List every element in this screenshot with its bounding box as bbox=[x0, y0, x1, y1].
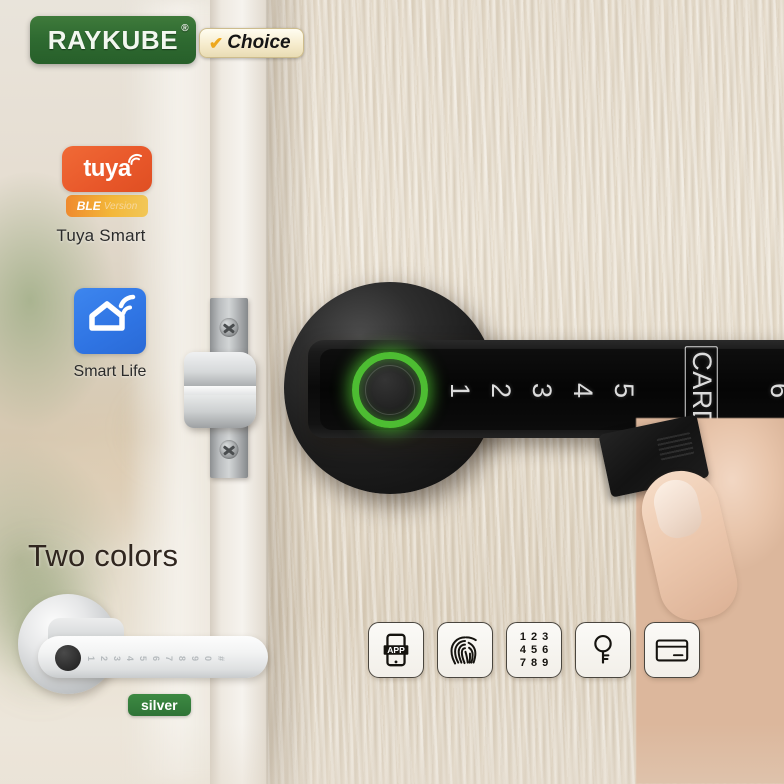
tuya-platform-block: tuya BLE Version Tuya Smart bbox=[56, 146, 152, 246]
raykube-logo-text: RAYKUBE ® bbox=[47, 22, 190, 55]
silver-color-badge: silver bbox=[128, 694, 191, 716]
feature-card-unlock bbox=[644, 622, 700, 678]
latch-bolt bbox=[184, 352, 256, 428]
choice-badge: ✔ Choice bbox=[199, 28, 304, 58]
lock-keypad-row[interactable]: 1 2 3 4 5 CARD 6 7 8 9 bbox=[445, 345, 784, 435]
product-marketing-image: RAYKUBE ® ✔ Choice tuya BLE Version Tuya … bbox=[0, 0, 784, 784]
keypad-icon-key-6: 6 bbox=[542, 643, 549, 656]
unlock-methods-row: APP 1 2 3 4 5 6 7 8 9 bbox=[368, 622, 700, 678]
feature-app-unlock: APP bbox=[368, 622, 424, 678]
feature-key-unlock bbox=[575, 622, 631, 678]
svg-text:APP: APP bbox=[387, 645, 405, 655]
feature-passcode-unlock: 1 2 3 4 5 6 7 8 9 bbox=[506, 622, 562, 678]
keypad-key-3[interactable]: 3 bbox=[527, 382, 557, 397]
silver-handle-keypad: 1 2 3 4 5 6 7 8 9 0 # bbox=[86, 648, 258, 668]
ble-label: BLE bbox=[76, 199, 101, 213]
tuya-logo: tuya bbox=[62, 146, 152, 192]
keypad-key-5[interactable]: 5 bbox=[609, 382, 639, 397]
silver-key-8: 8 bbox=[177, 655, 188, 661]
two-colors-heading: Two colors bbox=[28, 538, 179, 573]
fingernail bbox=[649, 475, 706, 542]
keypad-icon-key-5: 5 bbox=[530, 643, 538, 656]
smart-life-caption: Smart Life bbox=[73, 363, 147, 380]
feature-fingerprint-unlock bbox=[437, 622, 493, 678]
rfid-card-icon bbox=[655, 639, 689, 662]
keypad-icon-key-3: 3 bbox=[542, 630, 549, 643]
screw-icon bbox=[219, 440, 239, 459]
silver-key-7: 7 bbox=[164, 655, 175, 661]
wifi-icon bbox=[128, 153, 142, 165]
fingerprint-icon bbox=[450, 636, 477, 665]
keypad-icon-key-4: 4 bbox=[519, 643, 526, 656]
fingerprint-sensor-ring[interactable] bbox=[352, 352, 428, 428]
keypad-key-1[interactable]: 1 bbox=[445, 382, 475, 397]
ble-version-label: Version bbox=[103, 200, 138, 212]
keypad-icon-key-2: 2 bbox=[530, 630, 538, 643]
keypad-icon-key-1: 1 bbox=[519, 630, 526, 643]
phone-app-icon: APP bbox=[383, 633, 409, 667]
silver-key-5: 5 bbox=[138, 655, 149, 661]
tuya-caption: Tuya Smart bbox=[56, 226, 146, 245]
keypad-key-4[interactable]: 4 bbox=[568, 382, 598, 397]
keypad-icon: 1 2 3 4 5 6 7 8 9 bbox=[520, 631, 548, 670]
check-icon: ✔ bbox=[209, 33, 224, 53]
silver-key-3: 3 bbox=[112, 655, 123, 661]
silver-key-4: 4 bbox=[125, 655, 136, 661]
silver-key-2: 2 bbox=[99, 655, 110, 661]
keypad-icon-key-8: 8 bbox=[530, 657, 538, 670]
silver-key-0: 0 bbox=[203, 655, 214, 661]
screw-icon bbox=[219, 318, 239, 337]
key-icon bbox=[594, 634, 612, 664]
keypad-key-6[interactable]: 6 bbox=[765, 382, 784, 397]
silver-key-1: 1 bbox=[86, 655, 97, 661]
keypad-icon-key-7: 7 bbox=[519, 657, 526, 670]
smart-home-wifi-icon bbox=[89, 294, 136, 331]
tuya-logo-text: tuya bbox=[83, 155, 131, 182]
smart-life-logo bbox=[74, 288, 146, 354]
choice-badge-label: Choice bbox=[227, 32, 291, 53]
smart-life-platform-block: Smart Life bbox=[74, 288, 146, 381]
raykube-logo-badge: RAYKUBE ® bbox=[30, 16, 196, 64]
silver-fingerprint-sensor bbox=[55, 645, 81, 671]
silver-key-6: 6 bbox=[151, 655, 162, 661]
tuya-ble-badge: BLE Version bbox=[66, 195, 148, 217]
keypad-icon-key-9: 9 bbox=[542, 657, 549, 670]
silver-key-9: 9 bbox=[190, 655, 201, 661]
registered-trademark-icon: ® bbox=[181, 22, 190, 34]
keypad-key-2[interactable]: 2 bbox=[486, 382, 516, 397]
silver-key-hash: # bbox=[216, 655, 227, 661]
